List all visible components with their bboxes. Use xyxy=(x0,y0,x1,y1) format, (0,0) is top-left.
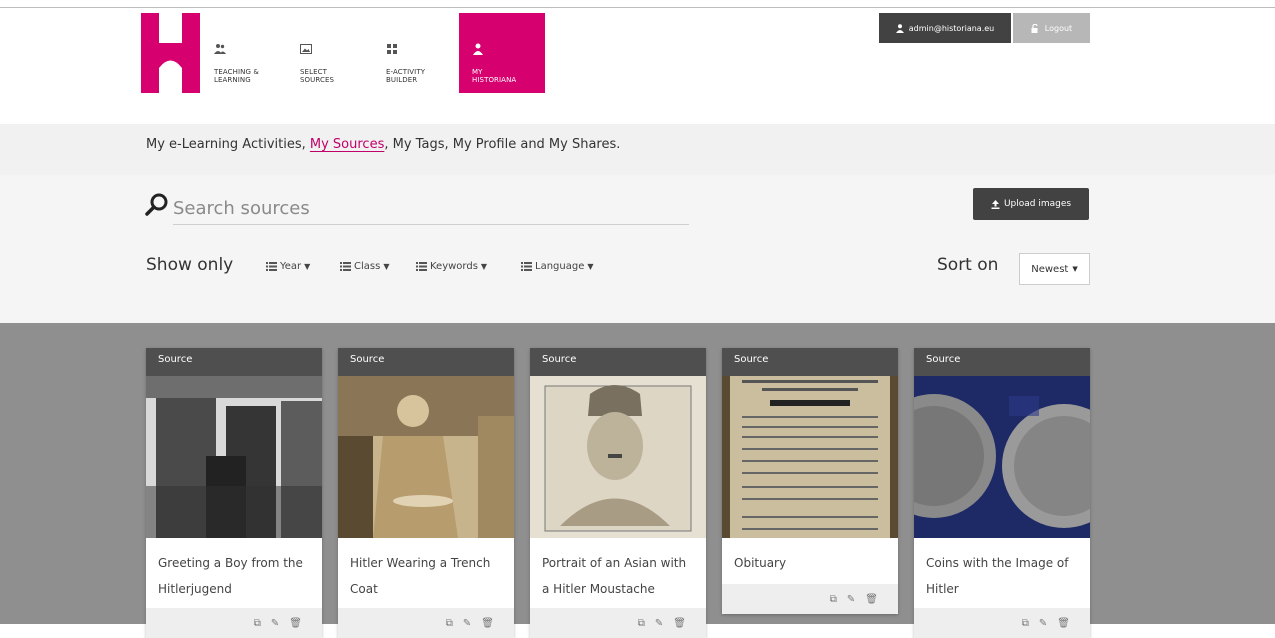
trash-icon[interactable]: 🗑 xyxy=(289,618,302,629)
filter-language-dropdown[interactable]: Language ▼ xyxy=(521,261,594,272)
source-card[interactable]: Source Obituary ⧉ ✎ 🗑 xyxy=(722,348,898,614)
link-my-e-learning-activities[interactable]: My e-Learning Activities, xyxy=(146,137,306,152)
card-tag: Source xyxy=(146,348,322,376)
caret-down-icon: ▼ xyxy=(383,262,390,271)
grid-icon xyxy=(387,44,397,54)
nav-label: SELECT SOURCES xyxy=(300,68,335,84)
top-border xyxy=(0,7,1275,8)
card-actions: ⧉ ✎ 🗑 xyxy=(914,608,1090,638)
copy-icon[interactable]: ⧉ xyxy=(638,618,645,629)
source-card[interactable]: Source Coins with the Image of Hitler ⧉ … xyxy=(914,348,1090,638)
upload-images-button[interactable]: Upload images xyxy=(973,188,1089,220)
source-thumbnail[interactable] xyxy=(914,376,1090,538)
card-title: Obituary xyxy=(734,556,787,570)
caret-down-icon: ▼ xyxy=(1072,265,1078,273)
subnav-comma: , xyxy=(384,137,389,152)
historiana-logo[interactable] xyxy=(141,13,200,93)
link-my-profile-shares[interactable]: My Profile and My Shares. xyxy=(453,137,621,152)
card-tag: Source xyxy=(530,348,706,376)
users-icon xyxy=(214,44,226,54)
logout-button[interactable]: Logout xyxy=(1013,13,1090,43)
logout-label: Logout xyxy=(1044,23,1073,33)
source-card[interactable]: Source Greeting a Boy from the Hitlerjug… xyxy=(146,348,322,638)
source-card[interactable]: Source Portrait of an Asian with a Hitle… xyxy=(530,348,706,638)
filter-keywords-label: Keywords xyxy=(430,261,478,272)
link-my-sources[interactable]: My Sources xyxy=(310,137,384,152)
edit-icon[interactable]: ✎ xyxy=(1039,618,1047,629)
sort-on-label: Sort on xyxy=(937,255,999,275)
link-my-tags[interactable]: My Tags, xyxy=(393,137,449,152)
source-thumbnail[interactable] xyxy=(338,376,514,538)
list-icon xyxy=(340,262,351,271)
header: TEACHING & LEARNING SELECT SOURCES E-ACT… xyxy=(0,0,1275,124)
sort-value: Newest xyxy=(1031,263,1069,275)
card-title: Hitler Wearing a Trench Coat xyxy=(350,556,491,596)
edit-icon[interactable]: ✎ xyxy=(655,618,663,629)
trash-icon[interactable]: 🗑 xyxy=(673,618,686,629)
filter-class-label: Class xyxy=(354,261,381,272)
card-actions: ⧉ ✎ 🗑 xyxy=(530,608,706,638)
upload-label: Upload images xyxy=(1003,199,1072,209)
nav-my-historiana[interactable]: MY HISTORIANA xyxy=(459,13,545,93)
filter-class-dropdown[interactable]: Class ▼ xyxy=(340,261,389,272)
edit-icon[interactable]: ✎ xyxy=(463,618,471,629)
trash-icon[interactable]: 🗑 xyxy=(865,594,878,605)
user-account-button[interactable]: admin@historiana.eu xyxy=(879,13,1011,43)
sources-grid: Source Greeting a Boy from the Hitlerjug… xyxy=(0,323,1275,638)
nav-e-activity-builder[interactable]: E-ACTIVITY BUILDER xyxy=(373,13,459,93)
filter-language-label: Language xyxy=(535,261,585,272)
card-tag: Source xyxy=(722,348,898,376)
nav-label: E-ACTIVITY BUILDER xyxy=(386,68,426,84)
list-icon xyxy=(416,262,427,271)
caret-down-icon: ▼ xyxy=(304,262,311,271)
caret-down-icon: ▼ xyxy=(480,262,488,271)
card-tag: Source xyxy=(338,348,514,376)
card-actions: ⧉ ✎ 🗑 xyxy=(146,608,322,638)
caret-down-icon: ▼ xyxy=(587,262,594,271)
edit-icon[interactable]: ✎ xyxy=(271,618,279,629)
filter-keywords-dropdown[interactable]: Keywords ▼ xyxy=(416,261,487,272)
show-only-label: Show only xyxy=(146,255,234,275)
nav-select-sources[interactable]: SELECT SOURCES xyxy=(287,13,373,93)
trash-icon[interactable]: 🗑 xyxy=(1057,618,1070,629)
sub-navigation: My e-Learning Activities, My Sources, My… xyxy=(0,124,1275,175)
card-title: Greeting a Boy from the Hitlerjugend xyxy=(158,556,303,596)
search-input[interactable] xyxy=(173,192,689,225)
copy-icon[interactable]: ⧉ xyxy=(254,618,261,629)
source-thumbnail[interactable] xyxy=(530,376,706,538)
card-actions: ⧉ ✎ 🗑 xyxy=(338,608,514,638)
user-icon xyxy=(895,23,904,33)
source-thumbnail[interactable] xyxy=(722,376,898,538)
card-actions: ⧉ ✎ 🗑 xyxy=(722,584,898,614)
trash-icon[interactable]: 🗑 xyxy=(481,618,494,629)
list-icon xyxy=(266,262,277,271)
subnav-links: My e-Learning Activities, My Sources, My… xyxy=(146,137,620,152)
user-email: admin@historiana.eu xyxy=(908,23,995,33)
copy-icon[interactable]: ⧉ xyxy=(1022,618,1029,629)
source-card[interactable]: Source Hitler Wearing a Trench Coat ⧉ ✎ … xyxy=(338,348,514,638)
copy-icon[interactable]: ⧉ xyxy=(830,594,837,605)
filter-panel: Upload images Show only Year ▼ Class ▼ K… xyxy=(0,175,1275,323)
nav-teaching-learning[interactable]: TEACHING & LEARNING xyxy=(201,13,287,93)
user-icon xyxy=(473,43,483,55)
card-title: Coins with the Image of Hitler xyxy=(926,556,1069,596)
search-icon xyxy=(145,193,168,216)
nav-label: MY HISTORIANA xyxy=(472,68,517,84)
source-thumbnail[interactable] xyxy=(146,376,322,538)
sort-select[interactable]: Newest ▼ xyxy=(1019,253,1090,285)
edit-icon[interactable]: ✎ xyxy=(847,594,855,605)
card-tag: Source xyxy=(914,348,1090,376)
nav-label: TEACHING & LEARNING xyxy=(214,68,259,84)
copy-icon[interactable]: ⧉ xyxy=(446,618,453,629)
filter-year-dropdown[interactable]: Year ▼ xyxy=(266,261,310,272)
image-icon xyxy=(300,44,312,54)
upload-icon xyxy=(991,199,1000,209)
card-title: Portrait of an Asian with a Hitler Moust… xyxy=(542,556,687,596)
unlock-icon xyxy=(1031,23,1038,33)
filter-year-label: Year xyxy=(280,261,302,272)
list-icon xyxy=(521,262,532,271)
